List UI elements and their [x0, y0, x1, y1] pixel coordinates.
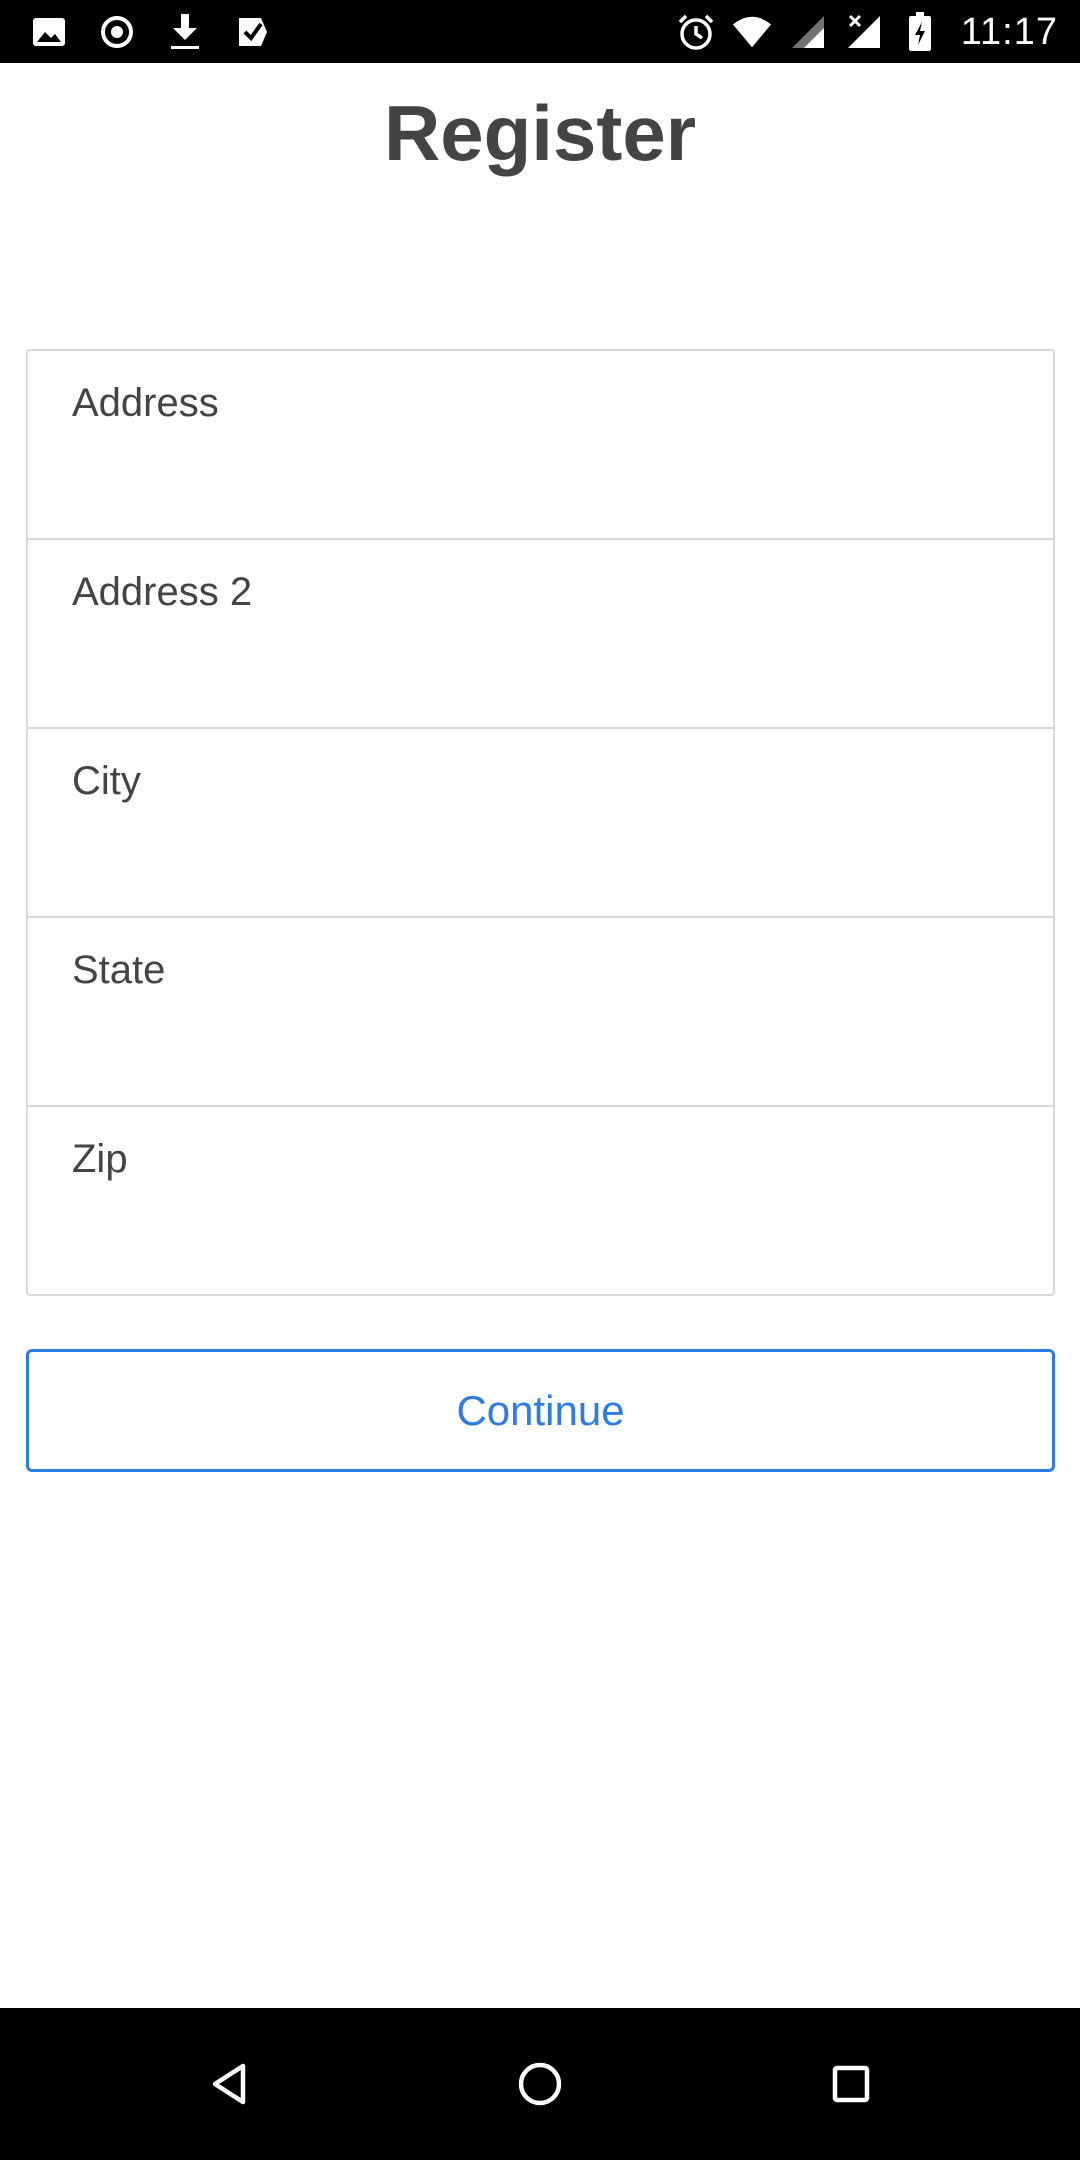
wifi-icon: [731, 11, 773, 53]
battery-charging-icon: [899, 11, 941, 53]
clock: 11:17: [960, 10, 1058, 53]
address-2-input[interactable]: [28, 540, 1053, 727]
zip-field[interactable]: Zip: [28, 1107, 1053, 1296]
status-bar: 11:17: [0, 0, 1080, 63]
address-field[interactable]: Address: [28, 351, 1053, 540]
address-input[interactable]: [28, 351, 1053, 538]
image-icon: [28, 11, 70, 53]
state-field[interactable]: State: [28, 918, 1053, 1107]
record-icon: [96, 11, 138, 53]
task-icon: [232, 11, 274, 53]
alarm-icon: [675, 11, 717, 53]
navigation-bar: [0, 2008, 1080, 2160]
status-bar-system: 11:17: [675, 8, 1058, 56]
city-field[interactable]: City: [28, 729, 1053, 918]
address-form: Address Address 2 City State Zip: [26, 349, 1055, 1296]
page-title: Register: [383, 89, 697, 177]
signal-icon: [787, 11, 829, 53]
continue-button[interactable]: Continue: [26, 1349, 1055, 1472]
status-bar-notifications: [28, 8, 274, 56]
city-input[interactable]: [28, 729, 1053, 916]
recents-icon[interactable]: [815, 2048, 887, 2120]
zip-input[interactable]: [28, 1107, 1053, 1296]
back-icon[interactable]: [193, 2048, 265, 2120]
signal-no-data-icon: [843, 11, 885, 53]
download-icon: [164, 11, 206, 53]
state-input[interactable]: [28, 918, 1053, 1105]
address-2-field[interactable]: Address 2: [28, 540, 1053, 729]
home-icon[interactable]: [504, 2048, 576, 2120]
